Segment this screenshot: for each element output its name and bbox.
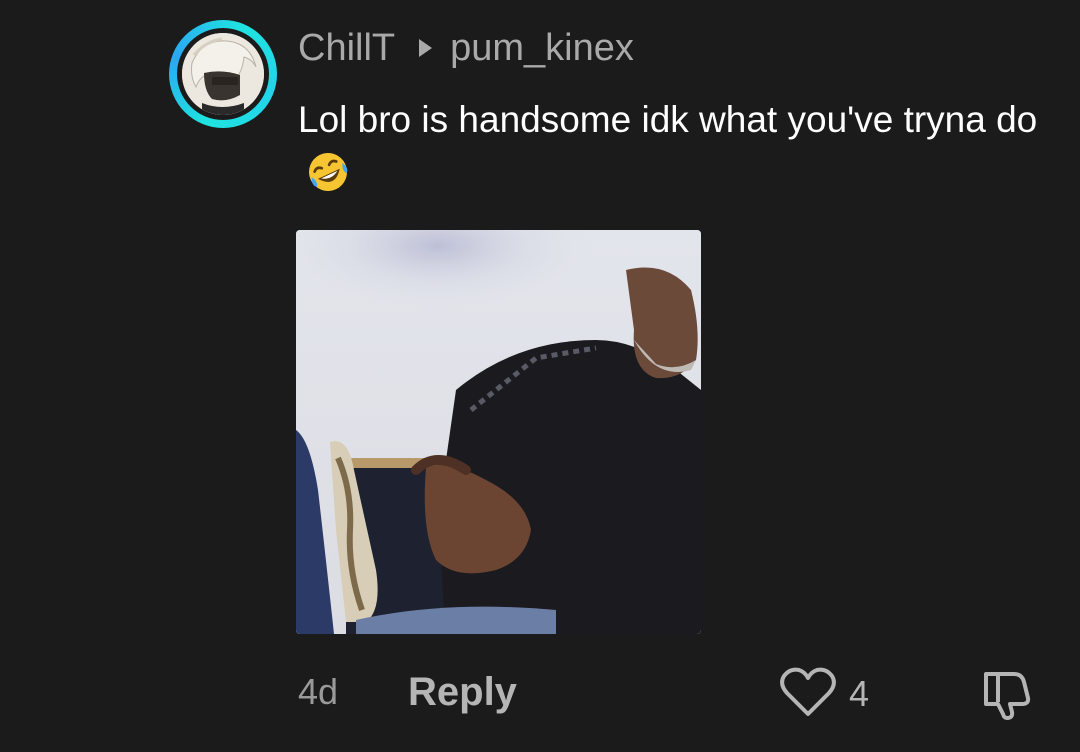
comment-header: ChillT pum_kinex [298, 26, 634, 70]
comment-thread: ChillT pum_kinex Lol bro is handsome idk… [0, 0, 1080, 752]
comment-text: Lol bro is handsome idk what you've tryn… [298, 99, 1038, 140]
like-count: 4 [849, 673, 870, 714]
reply-arrow-icon [419, 39, 433, 57]
attached-video-thumbnail[interactable] [296, 230, 701, 634]
thumbs-down-icon [976, 672, 1034, 724]
comment-body: Lol bro is handsome idk what you've tryn… [298, 88, 1038, 218]
avatar-image [182, 33, 264, 115]
comment-footer: 4d Reply 4 [298, 664, 1038, 720]
reply-to-username[interactable]: pum_kinex [450, 26, 634, 70]
dislike-button[interactable] [976, 668, 1034, 720]
reply-button[interactable]: Reply [408, 670, 517, 714]
rolling-laughing-emoji-icon [306, 150, 350, 214]
like-button[interactable]: 4 [779, 666, 870, 723]
avatar-border [177, 28, 269, 120]
author-name[interactable]: ChillT [298, 26, 395, 70]
avatar[interactable] [169, 20, 277, 128]
comment-timestamp: 4d [298, 671, 339, 712]
heart-icon [779, 666, 837, 723]
